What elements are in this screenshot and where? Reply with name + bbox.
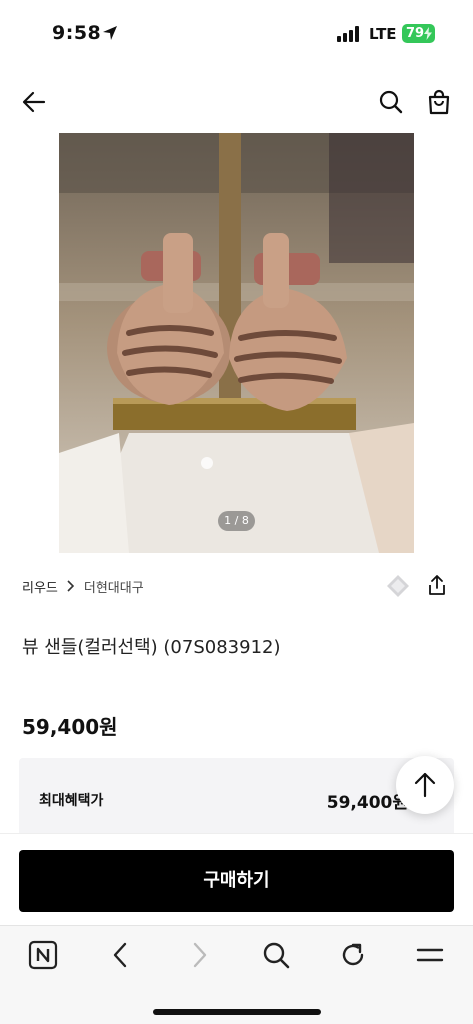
status-time: 9:58 bbox=[52, 22, 102, 44]
network-type: LTE bbox=[369, 25, 397, 43]
naver-n-icon[interactable] bbox=[28, 940, 58, 970]
image-counter: 1 / 8 bbox=[218, 511, 255, 531]
product-header bbox=[0, 80, 473, 124]
home-indicator[interactable] bbox=[153, 1009, 321, 1015]
breadcrumb-store[interactable]: 더현대대구 bbox=[84, 577, 144, 596]
battery-level: 79 bbox=[406, 26, 425, 41]
refresh-icon[interactable] bbox=[338, 940, 368, 970]
search-icon[interactable] bbox=[261, 940, 291, 970]
battery-icon: 79 bbox=[402, 24, 435, 43]
forward-icon[interactable] bbox=[184, 940, 214, 970]
shopping-bag-icon[interactable] bbox=[425, 88, 453, 116]
sandal-photo bbox=[59, 133, 414, 553]
buy-button[interactable]: 구매하기 bbox=[19, 850, 454, 912]
product-price: 59,400원 bbox=[22, 715, 118, 739]
signal-icon bbox=[337, 26, 361, 42]
scroll-top-button[interactable] bbox=[396, 756, 454, 814]
chevron-right-icon bbox=[67, 580, 74, 592]
arrow-left-icon[interactable] bbox=[20, 88, 48, 116]
arrow-up-icon bbox=[414, 772, 436, 798]
benefit-label: 최대혜택가 bbox=[39, 793, 104, 809]
back-icon[interactable] bbox=[106, 940, 136, 970]
status-bar: 9:58 LTE 79 bbox=[0, 0, 473, 70]
share-icon[interactable] bbox=[426, 574, 448, 596]
max-benefit-box[interactable]: 최대혜택가 59,400원 bbox=[19, 758, 454, 838]
product-image[interactable] bbox=[59, 133, 414, 553]
product-title: 뷰 샌들(컬러선택) (07S083912) bbox=[22, 637, 281, 658]
breadcrumb: 리우드 더현대대구 bbox=[22, 576, 144, 596]
purchase-bar: 구매하기 bbox=[0, 833, 473, 925]
breadcrumb-brand[interactable]: 리우드 bbox=[22, 577, 58, 596]
location-arrow-icon bbox=[103, 26, 117, 40]
charging-bolt-icon bbox=[424, 27, 432, 40]
sparkle-diamond-icon[interactable] bbox=[386, 574, 410, 598]
menu-icon[interactable] bbox=[415, 940, 445, 970]
browser-toolbar bbox=[0, 925, 473, 1024]
search-icon[interactable] bbox=[377, 88, 405, 116]
